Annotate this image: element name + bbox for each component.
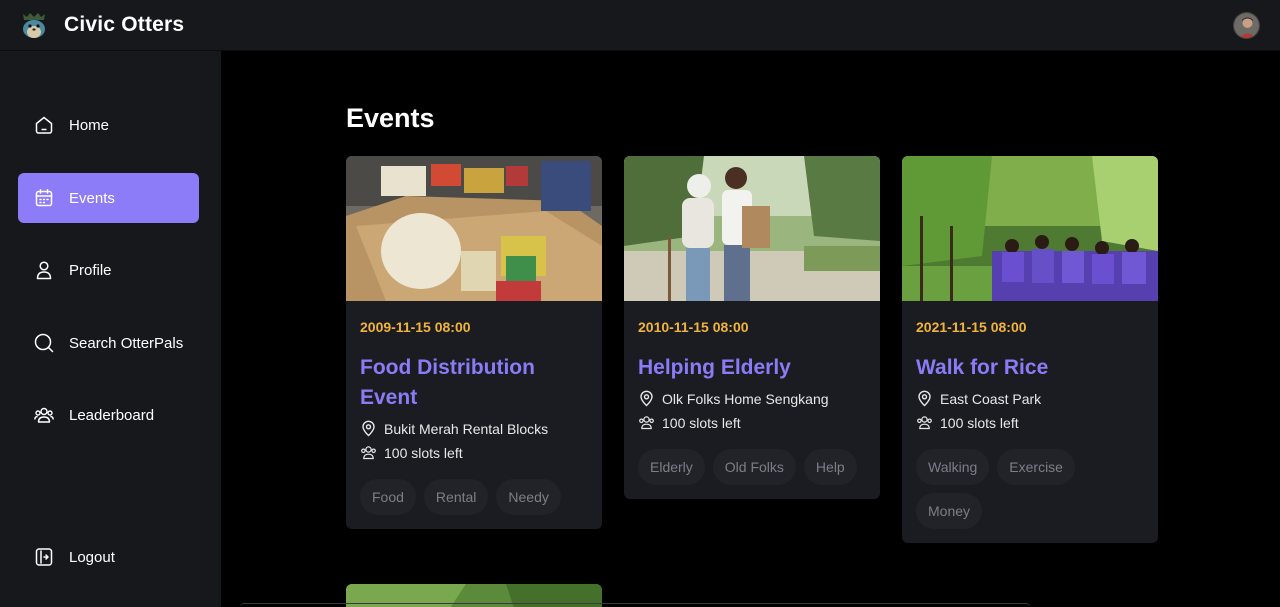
sidebar-item-label: Leaderboard <box>69 406 155 424</box>
logout-button[interactable]: Logout <box>18 532 199 582</box>
event-date: 2009-11-15 08:00 <box>360 319 471 335</box>
event-slots: 100 slots left <box>638 414 866 431</box>
event-location: Bukit Merah Rental Blocks <box>360 420 588 437</box>
sidebar-item-label: Home <box>69 116 110 134</box>
users-icon <box>917 416 932 430</box>
event-title[interactable]: Walk for Rice <box>916 353 1144 383</box>
event-tags: Food Rental Needy <box>360 479 588 529</box>
event-slots-text: 100 slots left <box>384 444 463 461</box>
event-date: 2010-11-15 08:00 <box>638 319 749 335</box>
app-title: Civic Otters <box>64 13 185 36</box>
tag[interactable]: Needy <box>496 479 561 515</box>
window-bottom-edge <box>240 603 1030 607</box>
avatar-image <box>1234 13 1259 38</box>
sidebar-item-home[interactable]: Home <box>18 100 199 150</box>
event-slots-text: 100 slots left <box>940 414 1019 431</box>
users-icon <box>361 446 376 460</box>
event-slots: 100 slots left <box>916 414 1144 431</box>
event-card-walk-for-rice[interactable]: 2021-11-15 08:00 Walk for Rice East Coas… <box>902 156 1158 543</box>
tag[interactable]: Elderly <box>638 449 705 485</box>
users-icon <box>34 407 54 423</box>
tag[interactable]: Help <box>803 449 857 485</box>
sidebar-item-label: Events <box>69 189 115 207</box>
otter-logo-icon[interactable] <box>18 10 50 40</box>
event-date: 2021-11-15 08:00 <box>916 319 1027 335</box>
location-pin-icon <box>918 390 931 407</box>
search-icon <box>34 333 54 353</box>
sidebar-item-profile[interactable]: Profile <box>18 245 199 295</box>
tag[interactable]: Food <box>360 479 416 515</box>
sidebar: Home Events Profile Search OtterPals Lea… <box>0 51 221 607</box>
location-pin-icon <box>640 390 653 407</box>
tag[interactable]: Walking <box>916 449 990 485</box>
event-card-helping-elderly[interactable]: 2010-11-15 08:00 Helping Elderly Olk Fol… <box>624 156 880 499</box>
location-pin-icon <box>362 420 375 437</box>
tag[interactable]: Rental <box>423 479 489 515</box>
event-location: East Coast Park <box>916 390 1144 407</box>
logout-icon <box>35 548 53 566</box>
event-title[interactable]: Helping Elderly <box>638 353 866 383</box>
event-tags: Walking Exercise Money <box>916 449 1144 543</box>
event-image <box>624 156 880 301</box>
sidebar-item-search-otterpals[interactable]: Search OtterPals <box>18 318 199 368</box>
sidebar-item-label: Profile <box>69 261 112 279</box>
calendar-icon <box>35 189 53 207</box>
event-location-text: Olk Folks Home Sengkang <box>662 390 829 407</box>
event-title[interactable]: Food Distribution Event <box>360 353 588 413</box>
home-icon <box>35 116 53 134</box>
page-title: Events <box>346 103 435 133</box>
sidebar-item-events[interactable]: Events <box>18 173 199 223</box>
users-icon <box>639 416 654 430</box>
avatar[interactable] <box>1233 12 1260 39</box>
sidebar-item-label: Search OtterPals <box>69 334 184 352</box>
event-card-food-distribution[interactable]: 2009-11-15 08:00 Food Distribution Event… <box>346 156 602 529</box>
event-location: Olk Folks Home Sengkang <box>638 390 866 407</box>
logout-label: Logout <box>69 548 115 566</box>
event-tags: Elderly Old Folks Help <box>638 449 866 499</box>
user-icon <box>36 261 52 280</box>
top-bar: Civic Otters <box>0 0 1280 51</box>
tag[interactable]: Money <box>916 493 983 529</box>
tag[interactable]: Exercise <box>997 449 1075 485</box>
event-slots-text: 100 slots left <box>662 414 741 431</box>
tag[interactable]: Old Folks <box>712 449 796 485</box>
event-image <box>346 156 602 301</box>
event-slots: 100 slots left <box>360 444 588 461</box>
event-image <box>902 156 1158 301</box>
event-location-text: Bukit Merah Rental Blocks <box>384 420 549 437</box>
sidebar-item-leaderboard[interactable]: Leaderboard <box>18 390 199 440</box>
event-location-text: East Coast Park <box>940 390 1042 407</box>
